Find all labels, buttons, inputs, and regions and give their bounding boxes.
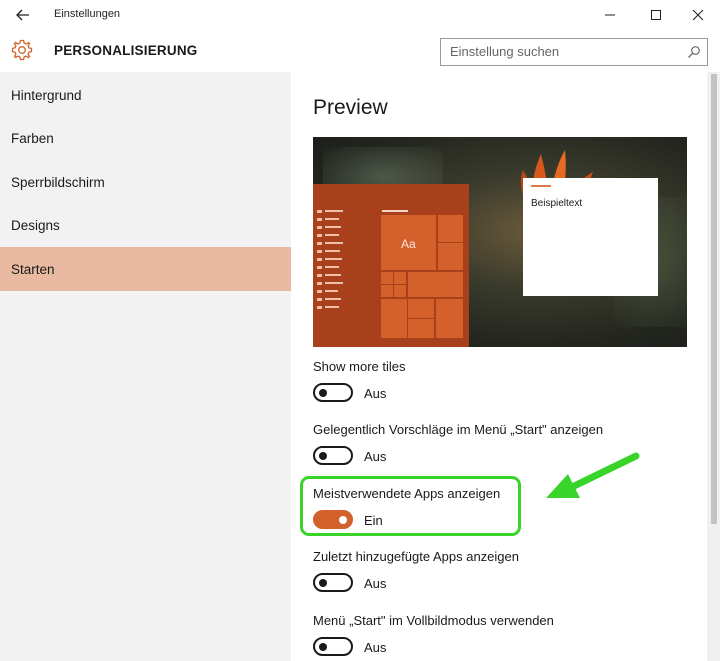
toggle-state-recently-added-apps: Aus — [364, 576, 387, 591]
search-box[interactable] — [440, 38, 708, 66]
sidebar-item-starten[interactable]: Starten — [0, 247, 291, 291]
toggle-knob — [319, 388, 327, 397]
app-list-icon — [317, 242, 322, 245]
sidebar-item-hintergrund[interactable]: Hintergrund — [0, 73, 291, 117]
toggle-recently-added-apps[interactable] — [313, 573, 353, 592]
app-list-icon — [317, 234, 322, 237]
sidebar-item-sperrbildschirm[interactable]: Sperrbildschirm — [0, 160, 291, 204]
sidebar-item-label: Farben — [11, 130, 54, 146]
app-list-icon — [317, 210, 322, 213]
toggle-fullscreen-start[interactable] — [313, 637, 353, 656]
tile — [381, 272, 393, 284]
large-tile: Aa — [381, 215, 436, 270]
preview-heading: Preview — [313, 96, 388, 119]
toggle-state-show-more-tiles: Aus — [364, 386, 387, 401]
header: PERSONALISIERUNG — [0, 30, 720, 72]
toggle-knob — [319, 451, 327, 460]
app-list-line — [325, 210, 343, 212]
app-list-icon — [317, 218, 322, 221]
app-list-line — [325, 274, 341, 276]
wide-tile — [408, 272, 463, 297]
app-list-icon — [317, 282, 322, 285]
sample-text: Beispieltext — [531, 198, 583, 209]
scrollbar[interactable] — [707, 72, 720, 661]
back-button[interactable] — [10, 4, 36, 26]
tile — [438, 243, 463, 270]
tile — [394, 272, 406, 284]
minimize-button[interactable] — [590, 2, 630, 28]
toggle-knob — [319, 642, 327, 651]
tile-group-header — [382, 210, 408, 212]
tile — [381, 299, 407, 338]
app-list-icon — [317, 290, 322, 293]
title-bar: Einstellungen — [0, 0, 720, 30]
tile — [438, 215, 463, 242]
sidebar-item-label: Designs — [11, 217, 60, 233]
setting-label-recently-added-apps: Zuletzt hinzugefügte Apps anzeigen — [313, 549, 519, 564]
app-list-line — [325, 218, 339, 220]
start-menu-preview: Aa — [313, 184, 469, 347]
app-list-line — [325, 250, 340, 252]
start-preview: Aa Beispieltext — [313, 137, 687, 347]
window-title: Einstellungen — [54, 8, 121, 20]
app-list-line — [325, 306, 339, 308]
minimize-icon — [605, 14, 615, 16]
toggle-state-suggestions: Aus — [364, 449, 387, 464]
app-list-icon — [317, 306, 322, 309]
app-list-line — [325, 234, 339, 236]
highlight-box — [300, 476, 521, 536]
setting-label-fullscreen-start: Menü „Start" im Vollbildmodus verwenden — [313, 613, 554, 628]
close-button[interactable] — [678, 2, 718, 28]
sidebar-item-label: Hintergrund — [11, 87, 82, 103]
sidebar-item-label: Sperrbildschirm — [11, 174, 105, 190]
toggle-show-more-tiles[interactable] — [313, 383, 353, 402]
scrollbar-thumb[interactable] — [711, 74, 717, 524]
app-list-icon — [317, 266, 322, 269]
tile-text: Aa — [401, 237, 416, 251]
tile-grid: Aa — [381, 215, 463, 338]
close-icon — [692, 9, 704, 21]
gear-icon — [11, 39, 33, 61]
maximize-icon — [651, 10, 661, 20]
app-list-icon — [317, 250, 322, 253]
sample-window: Beispieltext — [523, 178, 658, 296]
annotation-arrow-icon — [546, 452, 640, 498]
setting-label-show-more-tiles: Show more tiles — [313, 359, 406, 374]
maximize-button[interactable] — [636, 2, 676, 28]
tile — [408, 299, 434, 318]
app-list-line — [325, 290, 338, 292]
sidebar: Hintergrund Farben Sperrbildschirm Desig… — [0, 72, 291, 661]
app-list-icon — [317, 226, 322, 229]
tile — [381, 285, 393, 297]
app-list-line — [325, 242, 343, 244]
app-list-line — [325, 282, 343, 284]
app-list-line — [325, 258, 342, 260]
app-list-icon — [317, 258, 322, 261]
app-list-line — [325, 226, 341, 228]
app-list-icon — [317, 298, 322, 301]
app-list-line — [325, 266, 339, 268]
search-icon[interactable] — [687, 45, 701, 59]
back-arrow-icon — [16, 9, 29, 21]
sidebar-item-label: Starten — [11, 261, 55, 277]
toggle-knob — [319, 578, 327, 587]
sidebar-item-designs[interactable]: Designs — [0, 203, 291, 247]
search-input[interactable] — [450, 44, 670, 59]
toggle-state-fullscreen-start: Aus — [364, 640, 387, 655]
tile — [408, 319, 434, 338]
app-list-line — [325, 298, 341, 300]
toggle-suggestions[interactable] — [313, 446, 353, 465]
tile — [436, 299, 463, 338]
setting-label-suggestions: Gelegentlich Vorschläge im Menü „Start" … — [313, 422, 604, 437]
sidebar-item-farben[interactable]: Farben — [0, 116, 291, 160]
tile — [394, 285, 406, 297]
sample-accent-line — [531, 185, 551, 187]
section-title: PERSONALISIERUNG — [54, 43, 198, 58]
app-list-icon — [317, 274, 322, 277]
